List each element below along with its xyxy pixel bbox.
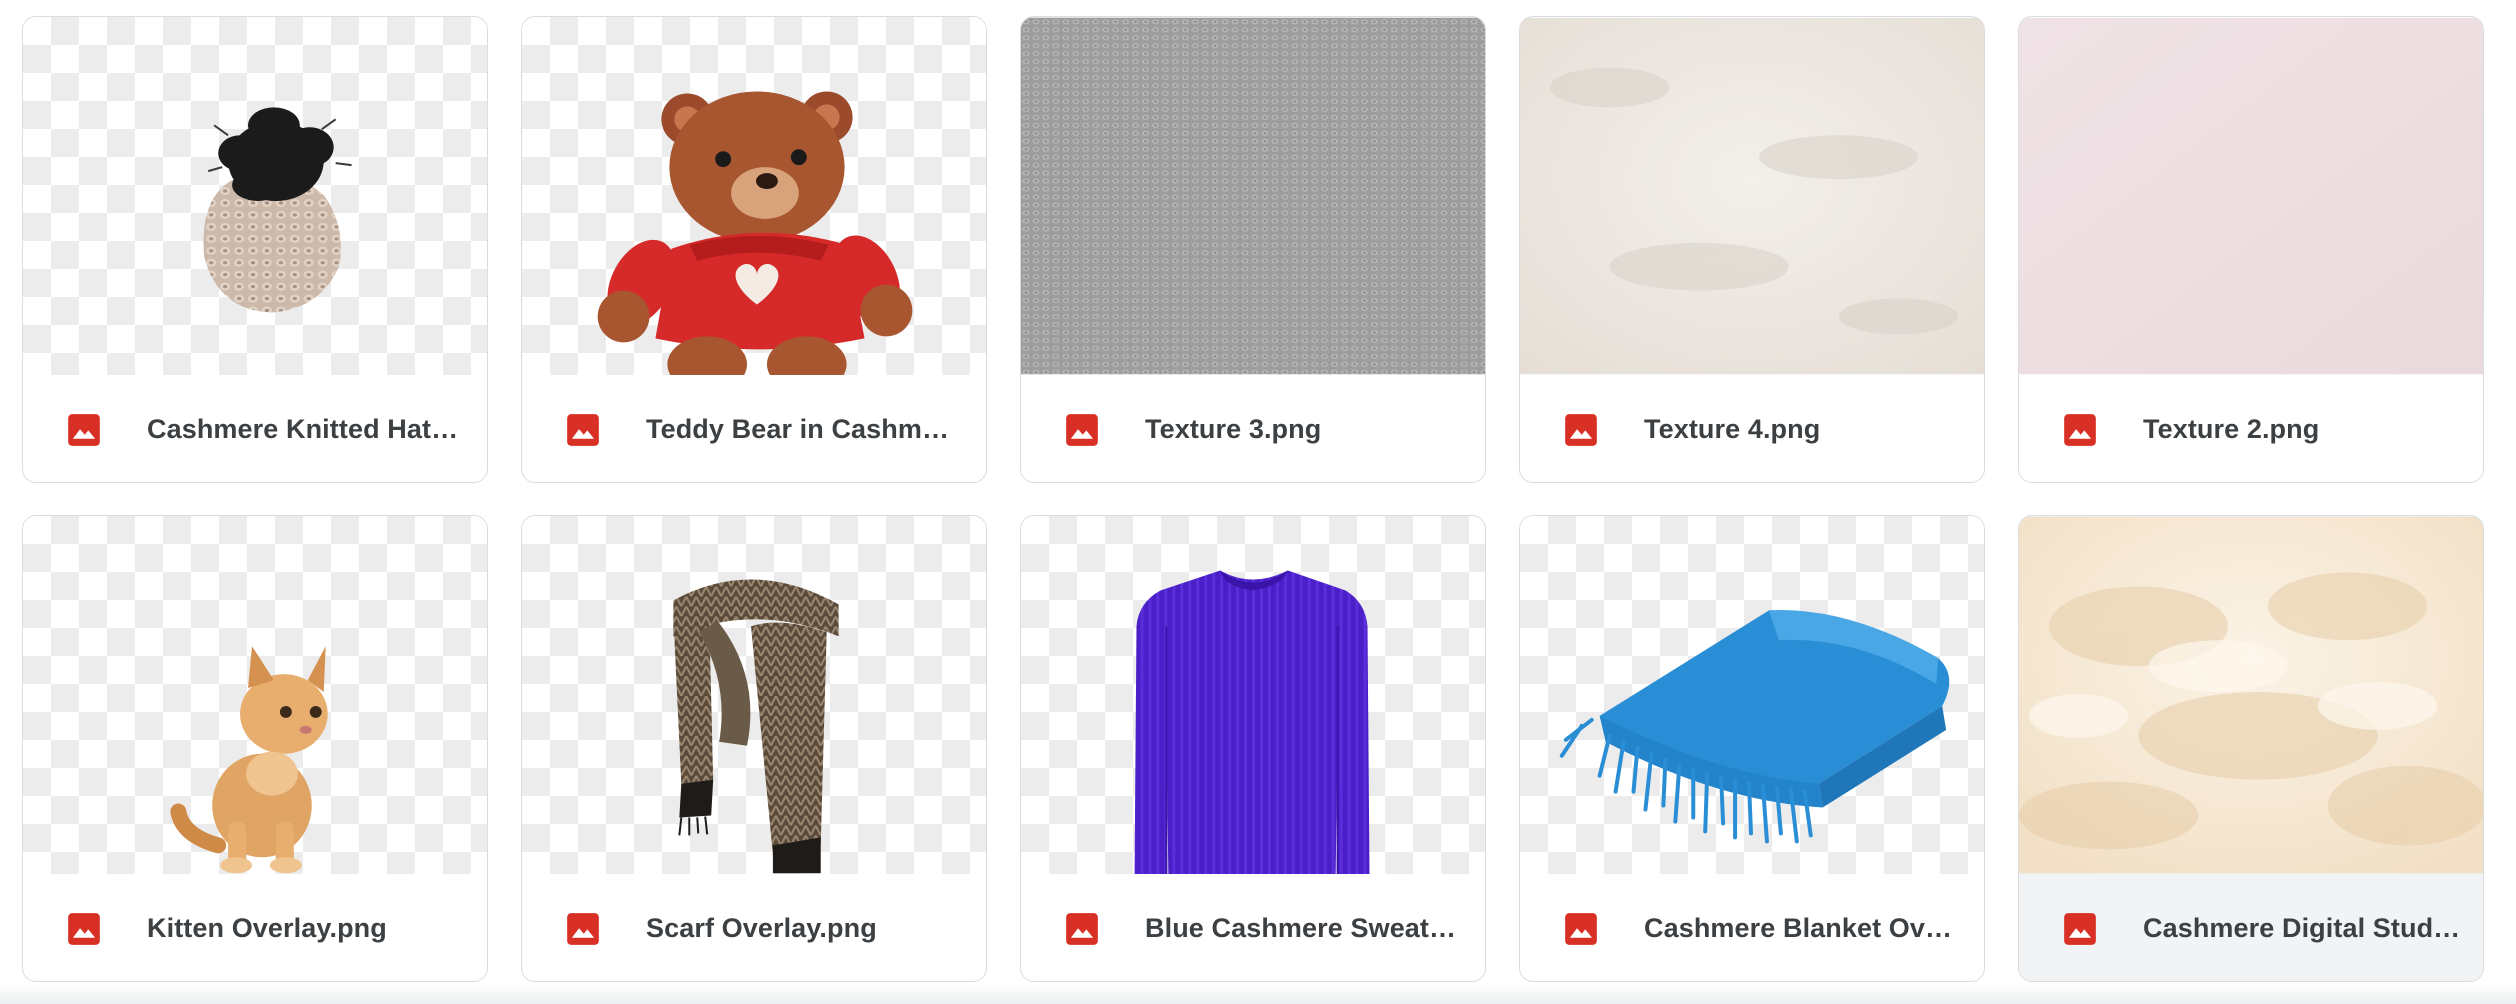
file-thumbnail [2019, 516, 2483, 874]
image-file-icon [567, 913, 599, 945]
file-thumbnail [23, 516, 487, 874]
file-name: Scarf Overlay.png [646, 913, 877, 943]
file-card-kitten[interactable]: Kitten Overlay.png [22, 515, 488, 982]
file-card-cashmere-knitted-hat[interactable]: Cashmere Knitted Hat Overlay.png [22, 16, 488, 483]
file-footer: Cashmere Blanket Overlay.png [1520, 874, 1984, 981]
file-footer: Blue Cashmere Sweater Overlay.png [1021, 874, 1485, 981]
file-thumbnail [522, 516, 986, 874]
file-thumbnail [23, 17, 487, 375]
image-file-icon [2064, 913, 2096, 945]
file-card-teddy-bear[interactable]: Teddy Bear in Cashmere Sweater.png [521, 16, 987, 483]
file-thumbnail [1520, 516, 1984, 874]
image-file-icon [68, 913, 100, 945]
file-name: Cashmere Digital Studio Background.png [2143, 913, 2461, 943]
file-card-cashmere-digital-studio-background[interactable]: Cashmere Digital Studio Background.png [2018, 515, 2484, 982]
file-name: Texture 4.png [1644, 414, 1821, 444]
file-name: Texture 3.png [1145, 414, 1322, 444]
file-name: Cashmere Knitted Hat Overlay.png [147, 414, 465, 444]
scroll-shadow [0, 985, 2516, 1004]
image-file-icon [68, 414, 100, 446]
image-file-icon [567, 414, 599, 446]
file-name: Teddy Bear in Cashmere Sweater.png [646, 414, 964, 444]
file-footer: Scarf Overlay.png [522, 874, 986, 981]
file-thumbnail [522, 17, 986, 375]
file-card-texture-3[interactable]: Texture 3.png [1020, 16, 1486, 483]
file-card-scarf[interactable]: Scarf Overlay.png [521, 515, 987, 982]
file-grid: Cashmere Knitted Hat Overlay.png [0, 0, 2516, 1004]
file-footer: Texture 3.png [1021, 375, 1485, 482]
file-footer: Cashmere Digital Studio Background.png [2019, 874, 2483, 981]
file-footer: Texture 2.png [2019, 375, 2483, 482]
file-footer: Texture 4.png [1520, 375, 1984, 482]
file-card-texture-4[interactable]: Texture 4.png [1519, 16, 1985, 483]
file-footer: Teddy Bear in Cashmere Sweater.png [522, 375, 986, 482]
file-name: Blue Cashmere Sweater Overlay.png [1145, 913, 1463, 943]
file-thumbnail [1021, 516, 1485, 874]
image-file-icon [1565, 913, 1597, 945]
file-card-blue-cashmere-sweater[interactable]: Blue Cashmere Sweater Overlay.png [1020, 515, 1486, 982]
file-footer: Cashmere Knitted Hat Overlay.png [23, 375, 487, 482]
image-file-icon [2064, 414, 2096, 446]
file-thumbnail [2019, 17, 2483, 375]
file-thumbnail [1520, 17, 1984, 375]
file-thumbnail [1021, 17, 1485, 375]
file-name: Cashmere Blanket Overlay.png [1644, 913, 1962, 943]
image-file-icon [1066, 414, 1098, 446]
file-footer: Kitten Overlay.png [23, 874, 487, 981]
file-card-texture-2[interactable]: Texture 2.png [2018, 16, 2484, 483]
file-card-cashmere-blanket[interactable]: Cashmere Blanket Overlay.png [1519, 515, 1985, 982]
file-name: Kitten Overlay.png [147, 913, 387, 943]
image-file-icon [1565, 414, 1597, 446]
image-file-icon [1066, 913, 1098, 945]
file-name: Texture 2.png [2143, 414, 2320, 444]
